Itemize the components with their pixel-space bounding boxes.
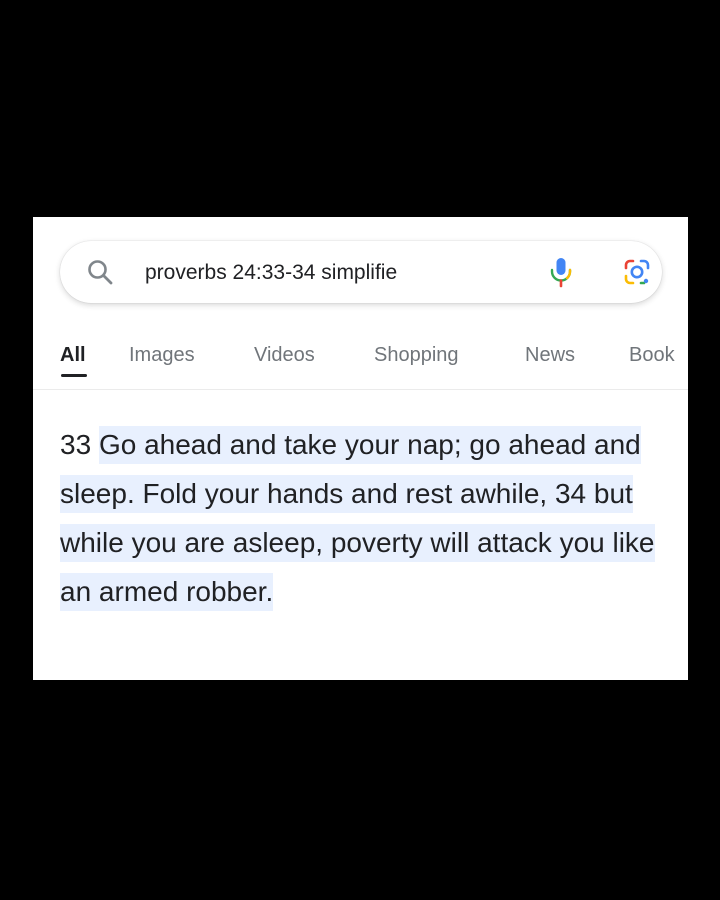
search-icon[interactable]	[86, 258, 114, 286]
search-bar[interactable]: proverbs 24:33-34 simplifie	[60, 241, 662, 303]
search-input[interactable]: proverbs 24:33-34 simplifie	[145, 259, 475, 287]
tab-shopping[interactable]: Shopping	[374, 341, 459, 369]
result-snippet: 33 Go ahead and take your nap; go ahead …	[60, 420, 670, 616]
screenshot-frame: proverbs 24:33-34 simplifie All Images V…	[33, 217, 688, 680]
tab-news[interactable]: News	[525, 341, 575, 369]
tab-books[interactable]: Book	[629, 341, 675, 369]
tab-images[interactable]: Images	[129, 341, 195, 369]
verse-number: 33	[60, 429, 92, 460]
active-tab-indicator	[61, 374, 87, 377]
search-tabs: All Images Videos Shopping News Book	[33, 337, 688, 390]
google-lens-icon[interactable]	[622, 257, 652, 287]
mic-icon[interactable]	[546, 256, 576, 288]
tab-videos[interactable]: Videos	[254, 341, 315, 369]
highlighted-verse-text: Go ahead and take your nap; go ahead and…	[60, 426, 655, 611]
tab-all[interactable]: All	[60, 341, 86, 369]
